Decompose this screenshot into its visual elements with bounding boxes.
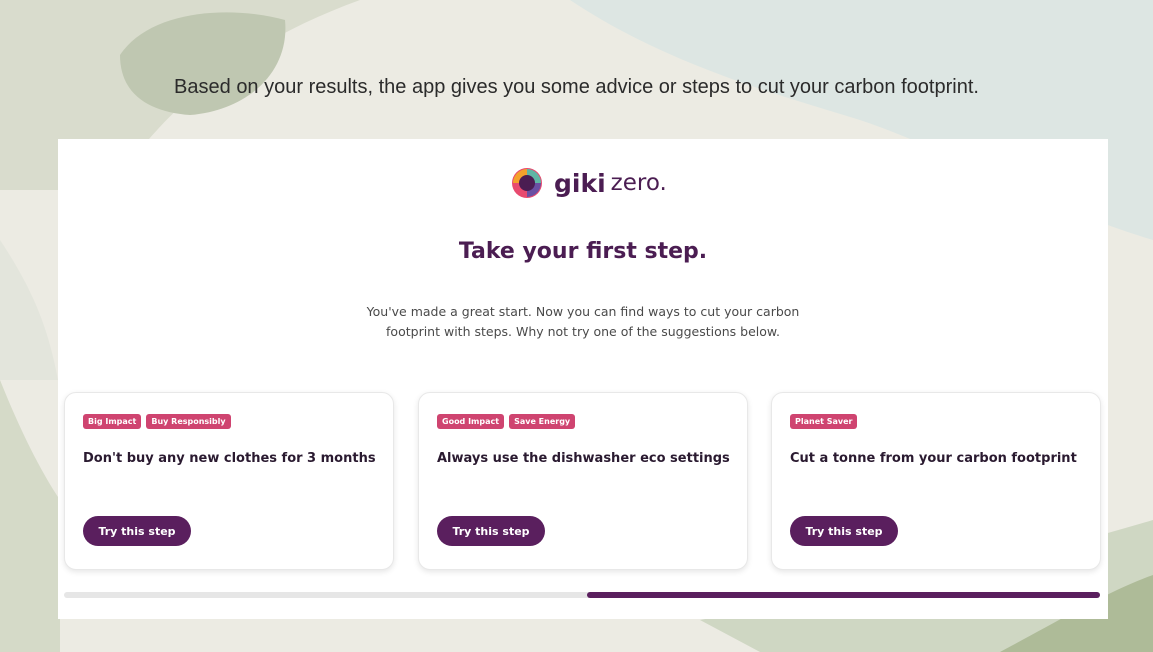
category-tag: Save Energy bbox=[509, 414, 576, 429]
card-title: Always use the dishwasher eco settings bbox=[437, 451, 730, 466]
app-screenshot: giki zero. Take your first step. You've … bbox=[58, 139, 1108, 619]
impact-tag: Good Impact bbox=[437, 414, 505, 429]
impact-tag: Big Impact bbox=[83, 414, 142, 429]
category-tag: Buy Responsibly bbox=[146, 414, 231, 429]
step-card[interactable]: Good Impact Save Energy Always use the d… bbox=[418, 392, 748, 570]
page-heading: Take your first step. bbox=[458, 239, 708, 264]
card-tags: Planet Saver bbox=[790, 414, 858, 429]
try-step-button[interactable]: Try this step bbox=[83, 516, 191, 546]
step-card[interactable]: Planet Saver Cut a tonne from your carbo… bbox=[771, 392, 1101, 570]
carousel-scrollbar-thumb[interactable] bbox=[587, 592, 1100, 598]
card-title: Don't buy any new clothes for 3 months bbox=[83, 451, 376, 466]
giki-zero-logo-icon bbox=[512, 168, 542, 198]
card-title: Cut a tonne from your carbon footprint bbox=[790, 451, 1077, 466]
try-step-button[interactable]: Try this step bbox=[437, 516, 545, 546]
impact-tag: Planet Saver bbox=[790, 414, 858, 429]
card-tags: Good Impact Save Energy bbox=[437, 414, 576, 429]
step-card[interactable]: Big Impact Buy Responsibly Don't buy any… bbox=[64, 392, 394, 570]
logo-brand-light: zero. bbox=[610, 170, 667, 196]
carousel-scrollbar-track[interactable] bbox=[64, 592, 1100, 598]
slide-caption: Based on your results, the app gives you… bbox=[174, 76, 979, 98]
intro-text: You've made a great start. Now you can f… bbox=[366, 304, 800, 339]
logo-brand-bold: giki bbox=[554, 168, 606, 198]
app-logo[interactable]: giki zero. bbox=[510, 161, 667, 205]
try-step-button[interactable]: Try this step bbox=[790, 516, 898, 546]
card-tags: Big Impact Buy Responsibly bbox=[83, 414, 231, 429]
